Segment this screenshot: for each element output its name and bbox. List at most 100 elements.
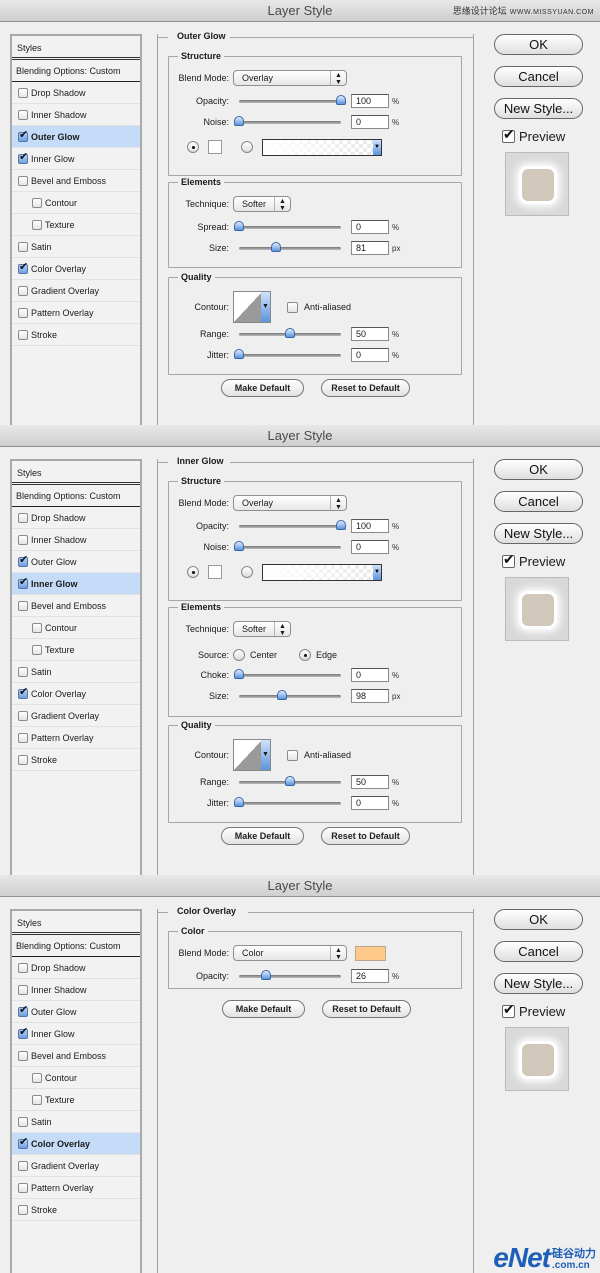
blending-options-item[interactable]: Blending Options: Custom bbox=[12, 485, 140, 507]
make-default-button[interactable]: Make Default bbox=[222, 1000, 305, 1018]
checkbox-icon[interactable] bbox=[502, 1001, 515, 1018]
size-input[interactable]: 81 bbox=[351, 241, 389, 255]
checkbox-icon[interactable] bbox=[18, 307, 28, 318]
solid-color-radio[interactable] bbox=[187, 566, 199, 578]
new-style-button[interactable]: New Style... bbox=[494, 973, 583, 994]
slider-thumb[interactable] bbox=[234, 669, 244, 679]
glow-color-swatch[interactable] bbox=[208, 565, 222, 579]
make-default-button[interactable]: Make Default bbox=[221, 379, 304, 397]
checkbox-icon[interactable] bbox=[18, 87, 28, 98]
style-item-inner-glow[interactable]: Inner Glow bbox=[12, 148, 140, 170]
checkbox-icon[interactable] bbox=[18, 684, 28, 700]
checkbox-icon[interactable] bbox=[18, 1116, 28, 1127]
style-item-gradient-overlay[interactable]: Gradient Overlay bbox=[12, 280, 140, 302]
opacity-input[interactable]: 100 bbox=[351, 94, 389, 108]
checkbox-icon[interactable] bbox=[287, 749, 298, 761]
style-item-drop-shadow[interactable]: Drop Shadow bbox=[12, 82, 140, 104]
gradient-radio[interactable] bbox=[241, 141, 253, 153]
ok-button[interactable]: OK bbox=[494, 34, 583, 55]
style-item-bevel-and-emboss[interactable]: Bevel and Emboss bbox=[12, 170, 140, 192]
checkbox-icon[interactable] bbox=[18, 984, 28, 995]
reset-to-default-button[interactable]: Reset to Default bbox=[322, 1000, 411, 1018]
size-input[interactable]: 98 bbox=[351, 689, 389, 703]
checkbox-icon[interactable] bbox=[18, 1050, 28, 1061]
style-item-bevel-and-emboss[interactable]: Bevel and Emboss bbox=[12, 1045, 140, 1067]
checkbox-icon[interactable] bbox=[18, 109, 28, 120]
blend-mode-select[interactable]: Color ▲ ▼ bbox=[233, 945, 347, 961]
checkbox-icon[interactable] bbox=[18, 574, 28, 590]
technique-select[interactable]: Softer ▲ ▼ bbox=[233, 196, 291, 212]
style-item-gradient-overlay[interactable]: Gradient Overlay bbox=[12, 1155, 140, 1177]
checkbox-icon[interactable] bbox=[18, 1002, 28, 1018]
technique-select[interactable]: Softer ▲ ▼ bbox=[233, 621, 291, 637]
checkbox-icon[interactable] bbox=[18, 1204, 28, 1215]
anti-aliased-checkbox[interactable]: Anti-aliased bbox=[287, 749, 351, 761]
style-item-stroke[interactable]: Stroke bbox=[12, 1199, 140, 1221]
checkbox-icon[interactable] bbox=[502, 126, 515, 143]
range-input[interactable]: 50 bbox=[351, 775, 389, 789]
reset-to-default-button[interactable]: Reset to Default bbox=[321, 379, 410, 397]
slider-thumb[interactable] bbox=[285, 776, 295, 786]
size-slider[interactable] bbox=[239, 690, 341, 702]
spread-slider[interactable] bbox=[234, 221, 341, 233]
noise-slider[interactable] bbox=[234, 116, 341, 128]
new-style-button[interactable]: New Style... bbox=[494, 98, 583, 119]
cancel-button[interactable]: Cancel bbox=[494, 941, 583, 962]
checkbox-icon[interactable] bbox=[18, 329, 28, 340]
size-slider[interactable] bbox=[239, 242, 341, 254]
style-item-texture[interactable]: Texture bbox=[12, 214, 140, 236]
source-edge-radio[interactable] bbox=[299, 649, 312, 661]
checkbox-icon[interactable] bbox=[32, 644, 42, 655]
style-item-gradient-overlay[interactable]: Gradient Overlay bbox=[12, 705, 140, 727]
choke-slider[interactable] bbox=[234, 669, 341, 681]
checkbox-icon[interactable] bbox=[502, 551, 515, 568]
blend-mode-select[interactable]: Overlay ▲ ▼ bbox=[233, 70, 347, 86]
style-item-pattern-overlay[interactable]: Pattern Overlay bbox=[12, 727, 140, 749]
opacity-slider[interactable] bbox=[239, 95, 346, 107]
styles-header[interactable]: Styles bbox=[12, 36, 140, 60]
checkbox-icon[interactable] bbox=[18, 552, 28, 568]
checkbox-icon[interactable] bbox=[18, 149, 28, 165]
style-item-inner-shadow[interactable]: Inner Shadow bbox=[12, 979, 140, 1001]
checkbox-icon[interactable] bbox=[18, 1160, 28, 1171]
overlay-color-swatch[interactable] bbox=[355, 945, 386, 961]
solid-color-radio[interactable] bbox=[187, 141, 199, 153]
slider-thumb[interactable] bbox=[270, 242, 281, 252]
style-item-color-overlay[interactable]: Color Overlay bbox=[12, 683, 140, 705]
preview-checkbox[interactable]: Preview bbox=[502, 1001, 565, 1019]
ok-button[interactable]: OK bbox=[494, 909, 583, 930]
range-input[interactable]: 50 bbox=[351, 327, 389, 341]
checkbox-icon[interactable] bbox=[18, 600, 28, 611]
gradient-radio[interactable] bbox=[241, 566, 253, 578]
checkbox-icon[interactable] bbox=[18, 1024, 28, 1040]
style-item-pattern-overlay[interactable]: Pattern Overlay bbox=[12, 302, 140, 324]
blending-options-item[interactable]: Blending Options: Custom bbox=[12, 935, 140, 957]
style-item-drop-shadow[interactable]: Drop Shadow bbox=[12, 507, 140, 529]
dropdown-arrow-icon[interactable]: ▼ bbox=[373, 139, 381, 155]
checkbox-icon[interactable] bbox=[18, 754, 28, 765]
noise-input[interactable]: 0 bbox=[351, 540, 389, 554]
style-item-contour[interactable]: Contour bbox=[12, 192, 140, 214]
slider-thumb[interactable] bbox=[336, 520, 346, 530]
style-item-texture[interactable]: Texture bbox=[12, 639, 140, 661]
style-item-outer-glow[interactable]: Outer Glow bbox=[12, 1001, 140, 1023]
slider-thumb[interactable] bbox=[234, 116, 244, 126]
contour-picker[interactable]: ▼ bbox=[233, 291, 271, 323]
jitter-slider[interactable] bbox=[234, 349, 341, 361]
style-item-satin[interactable]: Satin bbox=[12, 236, 140, 258]
checkbox-icon[interactable] bbox=[18, 732, 28, 743]
style-item-color-overlay[interactable]: Color Overlay bbox=[12, 1133, 140, 1155]
checkbox-icon[interactable] bbox=[32, 219, 42, 230]
anti-aliased-checkbox[interactable]: Anti-aliased bbox=[287, 301, 351, 313]
new-style-button[interactable]: New Style... bbox=[494, 523, 583, 544]
opacity-input[interactable]: 100 bbox=[351, 519, 389, 533]
preview-checkbox[interactable]: Preview bbox=[502, 126, 565, 144]
ok-button[interactable]: OK bbox=[494, 459, 583, 480]
checkbox-icon[interactable] bbox=[32, 197, 42, 208]
blending-options-item[interactable]: Blending Options: Custom bbox=[12, 60, 140, 82]
spread-input[interactable]: 0 bbox=[351, 220, 389, 234]
opacity-slider[interactable] bbox=[239, 970, 341, 982]
checkbox-icon[interactable] bbox=[32, 1072, 42, 1083]
style-item-satin[interactable]: Satin bbox=[12, 661, 140, 683]
style-item-satin[interactable]: Satin bbox=[12, 1111, 140, 1133]
